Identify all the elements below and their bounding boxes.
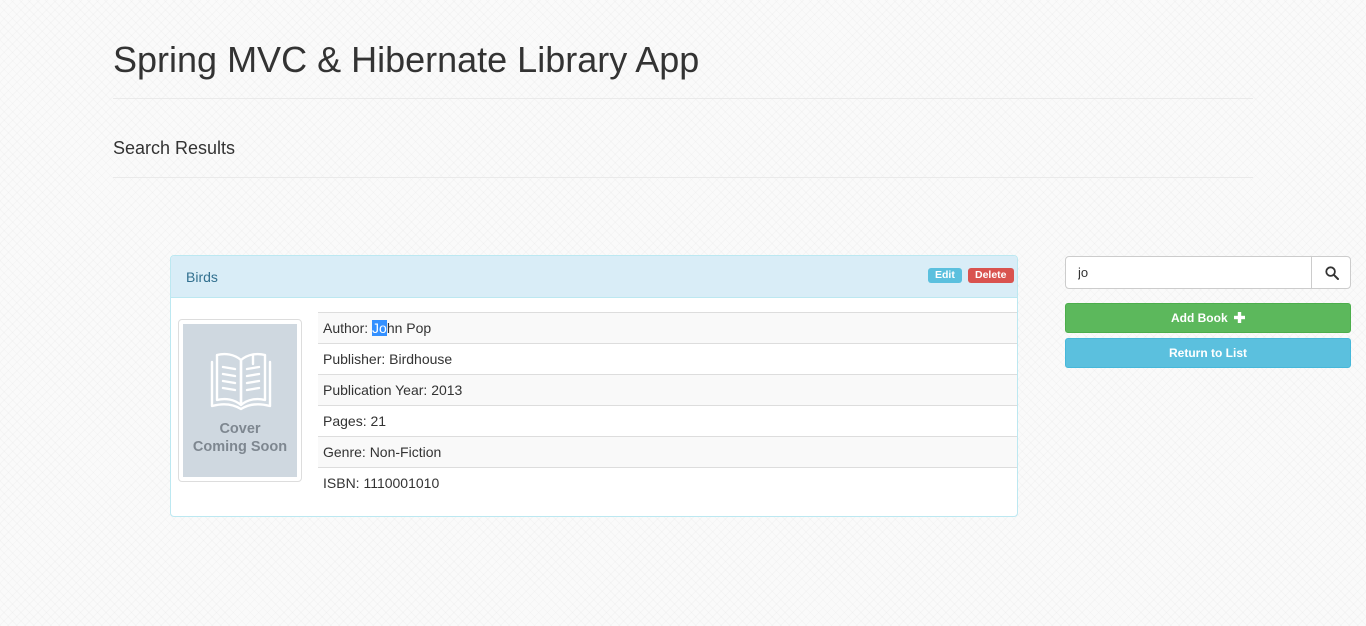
cover-placeholder: Cover Coming Soon [183, 324, 297, 477]
search-input[interactable] [1065, 256, 1312, 289]
author-highlight: Jo [372, 320, 387, 336]
header-divider [113, 98, 1253, 99]
search-icon [1325, 266, 1339, 280]
publisher-cell: Publisher: Birdhouse [318, 343, 1017, 375]
detail-row-genre: Genre: Non-Fiction [318, 436, 1017, 468]
open-book-icon [210, 352, 272, 411]
app-title: Spring MVC & Hibernate Library App [113, 39, 700, 80]
detail-row-publisher: Publisher: Birdhouse [318, 343, 1017, 375]
author-rest: hn Pop [386, 320, 432, 336]
detail-row-isbn: ISBN: 1110001010 [318, 467, 1017, 498]
add-book-label: Add Book [1170, 311, 1228, 325]
book-title-link[interactable]: Birds [186, 268, 218, 286]
search-button[interactable] [1311, 256, 1351, 289]
section-divider [113, 177, 1253, 178]
genre-cell: Genre: Non-Fiction [318, 436, 1017, 468]
delete-button[interactable]: Delete [968, 268, 1014, 283]
author-label: Author: [323, 320, 373, 336]
return-to-list-button[interactable]: Return to List [1065, 338, 1351, 368]
add-book-button[interactable]: Add Book [1065, 303, 1351, 333]
page-title: Search Results [113, 138, 236, 158]
pages-cell: Pages: 21 [318, 405, 1017, 437]
detail-row-pages: Pages: 21 [318, 405, 1017, 437]
plus-icon [1234, 312, 1245, 324]
detail-row-author: Author: John Pop [318, 312, 1017, 344]
publication-year-cell: Publication Year: 2013 [318, 374, 1017, 406]
book-details-table: Author: John Pop Publisher: Birdhouse Pu… [318, 312, 1017, 498]
detail-row-publication-year: Publication Year: 2013 [318, 374, 1017, 406]
cover-coming-soon-text: Cover Coming Soon [192, 421, 288, 455]
book-panel-header: Birds Edit Delete [171, 256, 1017, 298]
isbn-cell: ISBN: 1110001010 [318, 467, 1017, 498]
search-group [1065, 256, 1351, 289]
book-cover: Cover Coming Soon [178, 319, 302, 482]
edit-button[interactable]: Edit [928, 268, 962, 283]
author-cell: Author: John Pop [318, 312, 1017, 344]
book-panel: Birds Edit Delete Cover Coming Soon Auth… [170, 255, 1018, 517]
